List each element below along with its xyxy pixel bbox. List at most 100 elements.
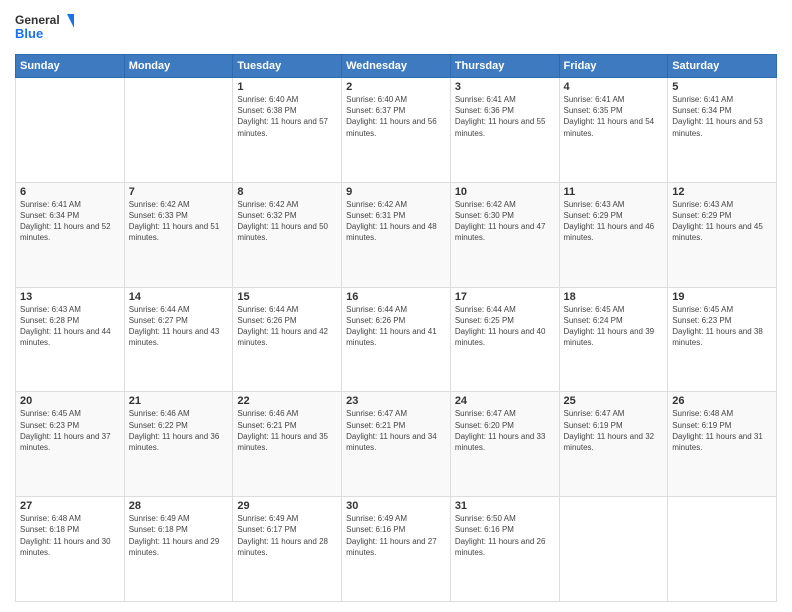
day-info: Sunrise: 6:41 AM Sunset: 6:34 PM Dayligh… bbox=[672, 94, 772, 139]
day-info: Sunrise: 6:49 AM Sunset: 6:16 PM Dayligh… bbox=[346, 513, 446, 558]
day-info: Sunrise: 6:48 AM Sunset: 6:18 PM Dayligh… bbox=[20, 513, 120, 558]
day-number: 16 bbox=[346, 291, 446, 303]
calendar-cell: 23Sunrise: 6:47 AM Sunset: 6:21 PM Dayli… bbox=[342, 392, 451, 497]
day-info: Sunrise: 6:41 AM Sunset: 6:35 PM Dayligh… bbox=[564, 94, 664, 139]
day-info: Sunrise: 6:45 AM Sunset: 6:24 PM Dayligh… bbox=[564, 304, 664, 349]
calendar-table: SundayMondayTuesdayWednesdayThursdayFrid… bbox=[15, 54, 777, 602]
day-number: 24 bbox=[455, 395, 555, 407]
day-info: Sunrise: 6:47 AM Sunset: 6:20 PM Dayligh… bbox=[455, 408, 555, 453]
logo: General Blue bbox=[15, 10, 75, 46]
day-info: Sunrise: 6:43 AM Sunset: 6:28 PM Dayligh… bbox=[20, 304, 120, 349]
day-info: Sunrise: 6:42 AM Sunset: 6:32 PM Dayligh… bbox=[237, 199, 337, 244]
calendar-cell: 25Sunrise: 6:47 AM Sunset: 6:19 PM Dayli… bbox=[559, 392, 668, 497]
calendar-cell: 18Sunrise: 6:45 AM Sunset: 6:24 PM Dayli… bbox=[559, 287, 668, 392]
day-number: 14 bbox=[129, 291, 229, 303]
calendar-cell: 24Sunrise: 6:47 AM Sunset: 6:20 PM Dayli… bbox=[450, 392, 559, 497]
header: General Blue bbox=[15, 10, 777, 46]
day-number: 28 bbox=[129, 500, 229, 512]
weekday-header-friday: Friday bbox=[559, 55, 668, 78]
day-number: 23 bbox=[346, 395, 446, 407]
weekday-header-thursday: Thursday bbox=[450, 55, 559, 78]
day-number: 10 bbox=[455, 186, 555, 198]
day-number: 9 bbox=[346, 186, 446, 198]
calendar-cell: 27Sunrise: 6:48 AM Sunset: 6:18 PM Dayli… bbox=[16, 497, 125, 602]
day-number: 31 bbox=[455, 500, 555, 512]
weekday-header-wednesday: Wednesday bbox=[342, 55, 451, 78]
day-number: 4 bbox=[564, 81, 664, 93]
day-number: 12 bbox=[672, 186, 772, 198]
calendar-cell bbox=[16, 78, 125, 183]
day-info: Sunrise: 6:44 AM Sunset: 6:26 PM Dayligh… bbox=[237, 304, 337, 349]
day-number: 8 bbox=[237, 186, 337, 198]
day-number: 1 bbox=[237, 81, 337, 93]
day-info: Sunrise: 6:46 AM Sunset: 6:22 PM Dayligh… bbox=[129, 408, 229, 453]
day-info: Sunrise: 6:43 AM Sunset: 6:29 PM Dayligh… bbox=[672, 199, 772, 244]
day-number: 22 bbox=[237, 395, 337, 407]
calendar-cell: 31Sunrise: 6:50 AM Sunset: 6:16 PM Dayli… bbox=[450, 497, 559, 602]
calendar-cell: 17Sunrise: 6:44 AM Sunset: 6:25 PM Dayli… bbox=[450, 287, 559, 392]
calendar-week-2: 6Sunrise: 6:41 AM Sunset: 6:34 PM Daylig… bbox=[16, 182, 777, 287]
day-number: 17 bbox=[455, 291, 555, 303]
day-number: 15 bbox=[237, 291, 337, 303]
calendar-cell: 7Sunrise: 6:42 AM Sunset: 6:33 PM Daylig… bbox=[124, 182, 233, 287]
day-number: 19 bbox=[672, 291, 772, 303]
calendar-cell: 14Sunrise: 6:44 AM Sunset: 6:27 PM Dayli… bbox=[124, 287, 233, 392]
calendar-cell: 22Sunrise: 6:46 AM Sunset: 6:21 PM Dayli… bbox=[233, 392, 342, 497]
day-number: 5 bbox=[672, 81, 772, 93]
page: General Blue SundayMondayTuesdayWednesda… bbox=[0, 0, 792, 612]
day-info: Sunrise: 6:40 AM Sunset: 6:38 PM Dayligh… bbox=[237, 94, 337, 139]
calendar-cell: 9Sunrise: 6:42 AM Sunset: 6:31 PM Daylig… bbox=[342, 182, 451, 287]
day-info: Sunrise: 6:42 AM Sunset: 6:30 PM Dayligh… bbox=[455, 199, 555, 244]
day-info: Sunrise: 6:44 AM Sunset: 6:27 PM Dayligh… bbox=[129, 304, 229, 349]
calendar-week-3: 13Sunrise: 6:43 AM Sunset: 6:28 PM Dayli… bbox=[16, 287, 777, 392]
day-number: 21 bbox=[129, 395, 229, 407]
day-info: Sunrise: 6:48 AM Sunset: 6:19 PM Dayligh… bbox=[672, 408, 772, 453]
calendar-cell: 13Sunrise: 6:43 AM Sunset: 6:28 PM Dayli… bbox=[16, 287, 125, 392]
day-info: Sunrise: 6:42 AM Sunset: 6:33 PM Dayligh… bbox=[129, 199, 229, 244]
day-info: Sunrise: 6:42 AM Sunset: 6:31 PM Dayligh… bbox=[346, 199, 446, 244]
calendar-cell: 10Sunrise: 6:42 AM Sunset: 6:30 PM Dayli… bbox=[450, 182, 559, 287]
day-number: 7 bbox=[129, 186, 229, 198]
day-info: Sunrise: 6:40 AM Sunset: 6:37 PM Dayligh… bbox=[346, 94, 446, 139]
calendar-cell: 19Sunrise: 6:45 AM Sunset: 6:23 PM Dayli… bbox=[668, 287, 777, 392]
day-info: Sunrise: 6:41 AM Sunset: 6:36 PM Dayligh… bbox=[455, 94, 555, 139]
day-number: 30 bbox=[346, 500, 446, 512]
day-info: Sunrise: 6:43 AM Sunset: 6:29 PM Dayligh… bbox=[564, 199, 664, 244]
day-info: Sunrise: 6:47 AM Sunset: 6:21 PM Dayligh… bbox=[346, 408, 446, 453]
day-info: Sunrise: 6:50 AM Sunset: 6:16 PM Dayligh… bbox=[455, 513, 555, 558]
day-info: Sunrise: 6:45 AM Sunset: 6:23 PM Dayligh… bbox=[20, 408, 120, 453]
day-info: Sunrise: 6:41 AM Sunset: 6:34 PM Dayligh… bbox=[20, 199, 120, 244]
calendar-cell: 3Sunrise: 6:41 AM Sunset: 6:36 PM Daylig… bbox=[450, 78, 559, 183]
day-number: 3 bbox=[455, 81, 555, 93]
day-info: Sunrise: 6:49 AM Sunset: 6:17 PM Dayligh… bbox=[237, 513, 337, 558]
day-info: Sunrise: 6:44 AM Sunset: 6:26 PM Dayligh… bbox=[346, 304, 446, 349]
calendar-cell: 30Sunrise: 6:49 AM Sunset: 6:16 PM Dayli… bbox=[342, 497, 451, 602]
logo-svg: General Blue bbox=[15, 10, 75, 46]
weekday-header-row: SundayMondayTuesdayWednesdayThursdayFrid… bbox=[16, 55, 777, 78]
calendar-cell bbox=[668, 497, 777, 602]
calendar-cell: 5Sunrise: 6:41 AM Sunset: 6:34 PM Daylig… bbox=[668, 78, 777, 183]
day-info: Sunrise: 6:46 AM Sunset: 6:21 PM Dayligh… bbox=[237, 408, 337, 453]
day-info: Sunrise: 6:45 AM Sunset: 6:23 PM Dayligh… bbox=[672, 304, 772, 349]
calendar-cell: 12Sunrise: 6:43 AM Sunset: 6:29 PM Dayli… bbox=[668, 182, 777, 287]
svg-text:General: General bbox=[15, 13, 60, 27]
weekday-header-tuesday: Tuesday bbox=[233, 55, 342, 78]
svg-text:Blue: Blue bbox=[15, 26, 43, 41]
calendar-cell: 11Sunrise: 6:43 AM Sunset: 6:29 PM Dayli… bbox=[559, 182, 668, 287]
day-info: Sunrise: 6:47 AM Sunset: 6:19 PM Dayligh… bbox=[564, 408, 664, 453]
day-number: 13 bbox=[20, 291, 120, 303]
weekday-header-saturday: Saturday bbox=[668, 55, 777, 78]
day-number: 29 bbox=[237, 500, 337, 512]
day-number: 20 bbox=[20, 395, 120, 407]
calendar-cell: 29Sunrise: 6:49 AM Sunset: 6:17 PM Dayli… bbox=[233, 497, 342, 602]
day-number: 26 bbox=[672, 395, 772, 407]
day-info: Sunrise: 6:49 AM Sunset: 6:18 PM Dayligh… bbox=[129, 513, 229, 558]
calendar-cell: 2Sunrise: 6:40 AM Sunset: 6:37 PM Daylig… bbox=[342, 78, 451, 183]
calendar-cell: 16Sunrise: 6:44 AM Sunset: 6:26 PM Dayli… bbox=[342, 287, 451, 392]
calendar-week-4: 20Sunrise: 6:45 AM Sunset: 6:23 PM Dayli… bbox=[16, 392, 777, 497]
calendar-cell bbox=[124, 78, 233, 183]
day-number: 27 bbox=[20, 500, 120, 512]
weekday-header-monday: Monday bbox=[124, 55, 233, 78]
calendar-cell: 26Sunrise: 6:48 AM Sunset: 6:19 PM Dayli… bbox=[668, 392, 777, 497]
calendar-cell: 6Sunrise: 6:41 AM Sunset: 6:34 PM Daylig… bbox=[16, 182, 125, 287]
